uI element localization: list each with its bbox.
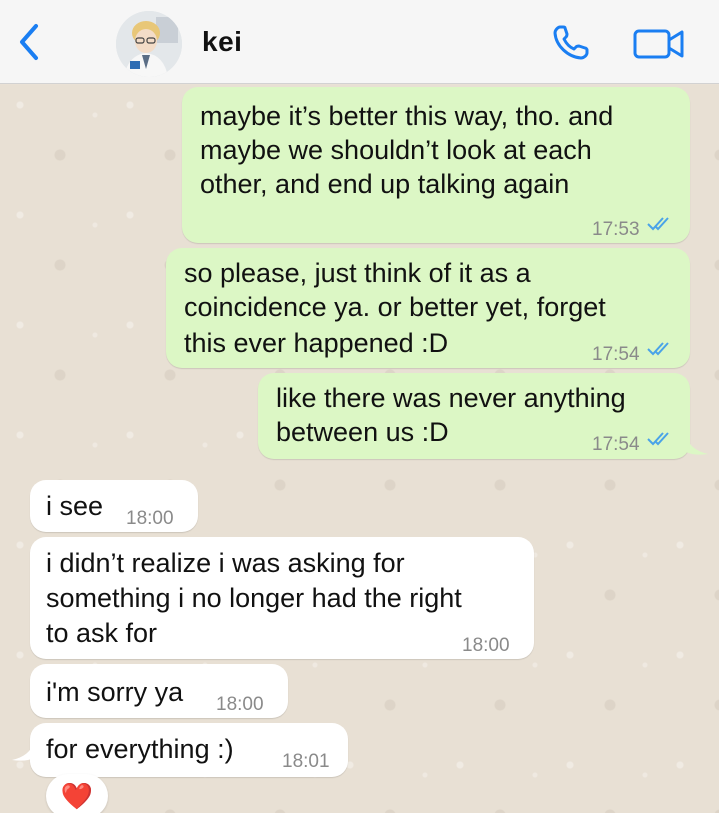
message-line: i'm sorry ya (46, 677, 184, 707)
message-timestamp: 18:01 (282, 751, 330, 772)
message-timestamp: 18:00 (462, 635, 510, 656)
message-line: something i no longer had the right (46, 583, 462, 613)
message-bubble-incoming[interactable]: i didn’t realize i was asking for someth… (30, 537, 534, 659)
chevron-left-icon (20, 24, 38, 60)
contact-name[interactable]: kei (202, 26, 242, 58)
message-timestamp: 17:53 (592, 219, 640, 240)
message-line: maybe we shouldn’t look at each (200, 135, 592, 165)
message-timestamp: 17:54 (592, 344, 640, 365)
double-check-icon (647, 217, 669, 231)
message-line: i didn’t realize i was asking for (46, 548, 405, 578)
message-line: other, and end up talking again (200, 169, 570, 199)
double-check-icon (647, 432, 669, 446)
double-check-icon (647, 342, 669, 356)
message-line: between us :D (276, 417, 449, 447)
message-bubble-outgoing[interactable]: so please, just think of it as a coincid… (166, 248, 690, 368)
message-line: i see (46, 491, 104, 521)
message-bubble-outgoing[interactable]: maybe it’s better this way, tho. and may… (182, 87, 690, 243)
message-bubble-incoming[interactable]: i see 18:00 (30, 480, 198, 532)
message-line: like there was never anything (276, 383, 626, 413)
heart-reaction-emoji: ❤️ (60, 781, 94, 811)
message-line: maybe it’s better this way, tho. and (200, 101, 614, 131)
bubble-tail-outgoing (686, 436, 708, 455)
message-bubble-incoming[interactable]: i'm sorry ya 18:00 (30, 664, 288, 718)
message-bubble-incoming[interactable]: for everything :) 18:01 (30, 723, 348, 777)
video-call-button[interactable] (632, 24, 686, 62)
message-line: this ever happened :D (184, 328, 449, 358)
voice-call-button[interactable] (550, 22, 594, 62)
message-line: for everything :) (46, 734, 234, 764)
message-line: so please, just think of it as a (184, 258, 531, 288)
back-button[interactable] (14, 22, 44, 62)
message-timestamp: 17:54 (592, 434, 640, 455)
message-timestamp: 18:00 (126, 508, 174, 529)
chat-header: kei (0, 0, 719, 84)
message-reaction[interactable]: ❤️ (46, 774, 108, 813)
bubble-tail-incoming (12, 742, 34, 761)
phone-icon (553, 25, 589, 60)
message-line: to ask for (46, 618, 158, 648)
message-line: coincidence ya. or better yet, forget (184, 292, 606, 322)
avatar[interactable] (116, 11, 182, 77)
video-camera-icon (633, 29, 684, 59)
message-bubble-outgoing[interactable]: like there was never anything between us… (258, 373, 690, 459)
message-timestamp: 18:00 (216, 694, 264, 715)
avatar-image (116, 11, 182, 77)
